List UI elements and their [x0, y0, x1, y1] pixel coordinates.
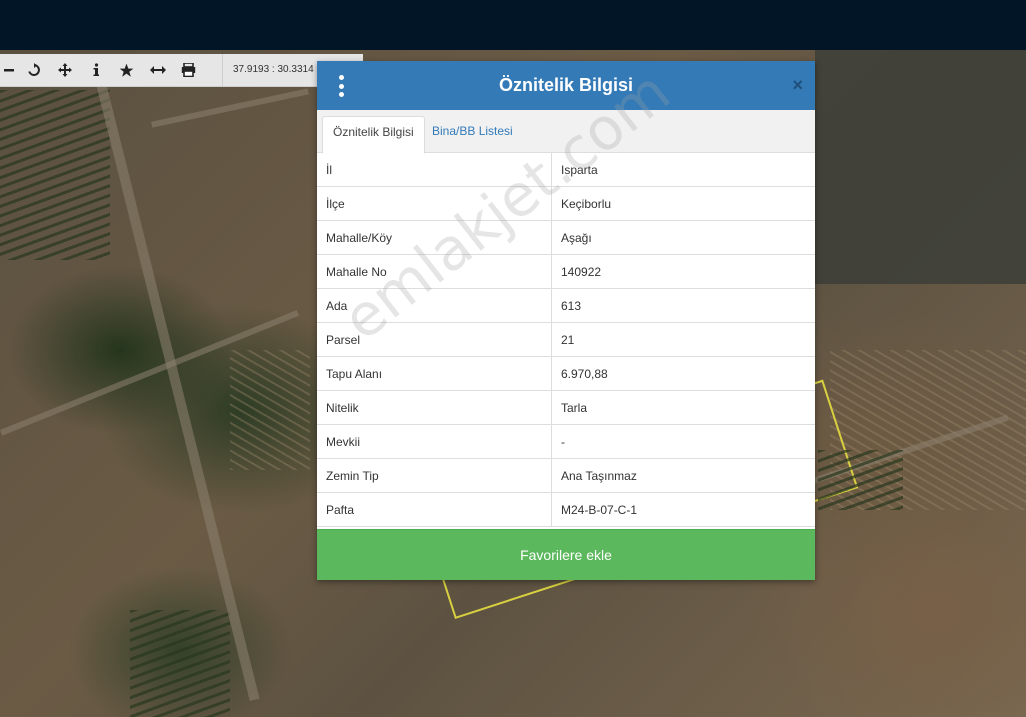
attribute-key: Pafta	[317, 492, 552, 527]
table-row: Parsel 21	[317, 322, 815, 357]
table-row: Mahalle No 140922	[317, 254, 815, 289]
info-icon[interactable]	[80, 54, 111, 86]
attribute-value: Isparta	[551, 153, 815, 187]
attribute-info-dialog: Öznitelik Bilgisi × Öznitelik Bilgisi Bi…	[317, 61, 815, 580]
close-icon[interactable]: ×	[792, 76, 803, 94]
attribute-value: 140922	[551, 254, 815, 289]
add-to-favorites-button[interactable]: Favorilere ekle	[317, 529, 815, 580]
coordinate-readout: 37.9193 : 30.3314	[222, 54, 314, 86]
table-row: Mevkii -	[317, 424, 815, 459]
top-bar	[0, 0, 1026, 50]
tab-building-list[interactable]: Bina/BB Listesi	[422, 116, 523, 152]
refresh-icon[interactable]	[18, 54, 49, 86]
attribute-table: İl Isparta İlçe Keçiborlu Mahalle/Köy Aşağı Ma…	[317, 153, 815, 527]
attribute-key: Tapu Alanı	[317, 356, 552, 391]
attribute-key: Parsel	[317, 322, 552, 357]
zoom-out-icon[interactable]	[0, 54, 18, 86]
attribute-key: İl	[317, 153, 552, 187]
table-row: Zemin Tip Ana Taşınmaz	[317, 458, 815, 493]
map-field	[0, 90, 110, 260]
map-field	[230, 350, 310, 470]
table-row: İl Isparta	[317, 153, 815, 187]
map-imagery-patch	[815, 50, 1026, 284]
table-row: Ada 613	[317, 288, 815, 323]
map-field	[130, 610, 230, 717]
dialog-tabs: Öznitelik Bilgisi Bina/BB Listesi	[317, 110, 815, 154]
attribute-key: İlçe	[317, 186, 552, 221]
attribute-key: Mahalle No	[317, 254, 552, 289]
dialog-title: Öznitelik Bilgisi	[498, 75, 634, 95]
attribute-value: Aşağı	[551, 220, 815, 255]
attribute-key: Ada	[317, 288, 552, 323]
table-row: Tapu Alanı 6.970,88	[317, 356, 815, 391]
attribute-value: M24-B-07-C-1	[551, 492, 815, 527]
table-row: Nitelik Tarla	[317, 390, 815, 425]
attribute-key: Zemin Tip	[317, 458, 552, 493]
table-row: Pafta M24-B-07-C-1	[317, 492, 815, 527]
print-icon[interactable]	[173, 54, 204, 86]
attribute-key: Mahalle/Köy	[317, 220, 552, 255]
favorite-icon[interactable]	[111, 54, 142, 86]
dialog-header: Öznitelik Bilgisi ×	[317, 61, 815, 110]
tab-attribute-info[interactable]: Öznitelik Bilgisi	[322, 116, 425, 154]
attribute-value: 6.970,88	[551, 356, 815, 391]
attribute-value: 21	[551, 322, 815, 357]
attribute-value: Tarla	[551, 390, 815, 425]
attribute-value: 613	[551, 288, 815, 323]
attribute-key: Nitelik	[317, 390, 552, 425]
map-road	[151, 88, 309, 128]
attribute-key: Mevkii	[317, 424, 552, 459]
attribute-value: Ana Taşınmaz	[551, 458, 815, 493]
map-toolbar: 37.9193 : 30.3314	[0, 54, 363, 87]
attribute-value: Keçiborlu	[551, 186, 815, 221]
table-row: İlçe Keçiborlu	[317, 186, 815, 221]
measure-icon[interactable]	[142, 54, 173, 86]
table-row: Mahalle/Köy Aşağı	[317, 220, 815, 255]
map-field	[818, 450, 903, 510]
attribute-value: -	[551, 424, 815, 459]
pan-icon[interactable]	[49, 54, 80, 86]
